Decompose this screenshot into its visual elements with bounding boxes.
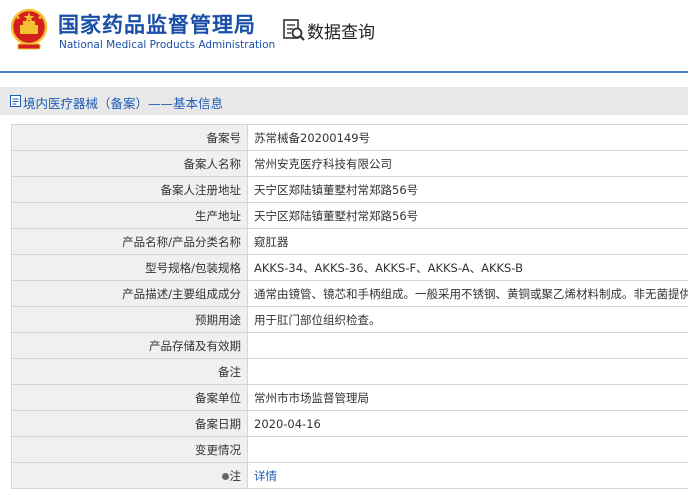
field-value: 用于肛门部位组织检查。 (247, 306, 688, 333)
table-row: 备注 (11, 358, 688, 385)
field-label: 备注 (11, 358, 248, 385)
data-query-icon[interactable] (283, 18, 305, 42)
table-row: 注 详情 (11, 462, 688, 489)
table-row: 产品名称/产品分类名称 窥肛器 (11, 228, 688, 255)
field-label: 生产地址 (11, 202, 248, 229)
field-label: 备案单位 (11, 384, 248, 411)
field-label: 备案日期 (11, 410, 248, 437)
field-label: 产品名称/产品分类名称 (11, 228, 248, 255)
bullet-icon (221, 472, 229, 480)
field-value: AKKS-34、AKKS-36、AKKS-F、AKKS-A、AKKS-B (247, 254, 688, 281)
table-row: 预期用途 用于肛门部位组织检查。 (11, 306, 688, 333)
field-value (247, 436, 688, 463)
field-value: 常州市市场监督管理局 (247, 384, 688, 411)
field-value: 通常由镜管、镜芯和手柄组成。一般采用不锈钢、黄铜或聚乙烯材料制成。非无菌提供。 (247, 280, 688, 307)
table-row: 备案单位 常州市市场监督管理局 (11, 384, 688, 411)
header-divider (0, 71, 688, 73)
field-label: 产品描述/主要组成成分 (11, 280, 248, 307)
breadcrumb: 境内医疗器械（备案）——基本信息 (0, 87, 688, 115)
field-label: 备案人注册地址 (11, 176, 248, 203)
table-row: 变更情况 (11, 436, 688, 463)
table-row: 产品描述/主要组成成分 通常由镜管、镜芯和手柄组成。一般采用不锈钢、黄铜或聚乙烯… (11, 280, 688, 307)
field-value: 详情 (247, 462, 688, 489)
table-row: 产品存储及有效期 (11, 332, 688, 359)
breadcrumb-text: 境内医疗器械（备案）——基本信息 (23, 96, 224, 111)
table-row: 备案号 苏常械备20200149号 (11, 124, 688, 151)
national-emblem-icon (10, 8, 48, 50)
data-query-link[interactable]: 数据查询 (307, 18, 375, 43)
table-row: 备案日期 2020-04-16 (11, 410, 688, 437)
field-label: 预期用途 (11, 306, 248, 333)
note-label: 注 (229, 468, 242, 483)
field-value: 2020-04-16 (247, 410, 688, 437)
field-value: 苏常械备20200149号 (247, 124, 688, 151)
site-header: 国家药品监督管理局 National Medical Products Admi… (0, 0, 688, 73)
field-label: 产品存储及有效期 (11, 332, 248, 359)
site-subtitle: National Medical Products Administration (59, 39, 276, 51)
field-label: 备案人名称 (11, 150, 248, 177)
table-row: 备案人名称 常州安克医疗科技有限公司 (11, 150, 688, 177)
field-label: 备案号 (11, 124, 248, 151)
field-value: 天宁区郑陆镇董墅村常郑路56号 (247, 202, 688, 229)
field-value: 窥肛器 (247, 228, 688, 255)
field-value (247, 358, 688, 385)
table-row: 备案人注册地址 天宁区郑陆镇董墅村常郑路56号 (11, 176, 688, 203)
field-value: 天宁区郑陆镇董墅村常郑路56号 (247, 176, 688, 203)
field-label: 变更情况 (11, 436, 248, 463)
site-title: 国家药品监督管理局 (58, 13, 256, 37)
field-label: 型号规格/包装规格 (11, 254, 248, 281)
table-row: 型号规格/包装规格 AKKS-34、AKKS-36、AKKS-F、AKKS-A、… (11, 254, 688, 281)
field-value: 常州安克医疗科技有限公司 (247, 150, 688, 177)
field-label: 注 (11, 462, 248, 489)
table-row: 生产地址 天宁区郑陆镇董墅村常郑路56号 (11, 202, 688, 229)
details-link[interactable]: 详情 (254, 469, 277, 483)
record-detail-table: 备案号 苏常械备20200149号 备案人名称 常州安克医疗科技有限公司 备案人… (11, 124, 688, 489)
document-icon (10, 95, 21, 107)
field-value (247, 332, 688, 359)
